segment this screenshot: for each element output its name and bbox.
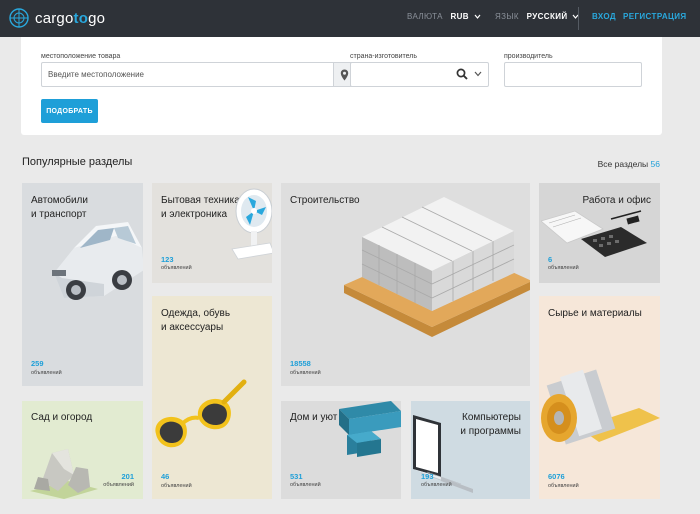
tile-count: 46 (161, 472, 170, 481)
top-navigation-bar: cargotogo ВАЛЮТА RUB ЯЗЫК РУССКИЙ ВХОД Р… (0, 0, 700, 37)
logo[interactable]: cargotogo (8, 7, 105, 29)
search-panel: местоположение товара Введите местополож… (21, 37, 662, 135)
language-selector[interactable]: ЯЗЫК РУССКИЙ (495, 12, 579, 21)
tile-count: 6076 (548, 472, 565, 481)
category-tile-clothes[interactable]: Одежда, обувь и аксессуары 46 объявлений (152, 296, 272, 499)
car-icon (52, 222, 143, 300)
tile-count-unit: объявлений (548, 265, 579, 271)
header-divider (578, 7, 579, 30)
tile-count-unit: объявлений (103, 482, 134, 488)
tile-count: 259 (31, 359, 44, 368)
login-link[interactable]: ВХОД (592, 12, 616, 21)
tile-count: 18558 (290, 359, 311, 368)
tile-title: Сад и огород (31, 412, 93, 423)
tile-count: 6 (548, 255, 553, 264)
category-tile-computers[interactable]: Компьютеры и программы 193 объявлений (411, 401, 530, 499)
tile-count-unit: объявлений (31, 370, 62, 376)
category-tile-work[interactable]: Работа и офис 6 объявлений (539, 183, 660, 283)
tile-count: 193 (421, 472, 434, 481)
manufacturer-input[interactable] (504, 62, 642, 87)
language-label: ЯЗЫК (495, 12, 519, 21)
search-icon (456, 68, 468, 80)
category-tile-raw[interactable]: Сырье и материалы 6076 объявлений (539, 296, 660, 499)
language-value: РУССКИЙ (526, 12, 568, 21)
category-tile-home[interactable]: Дом и уют 531 объявлений (281, 401, 401, 499)
map-pin-icon (340, 69, 349, 80)
tile-count: 123 (161, 255, 174, 264)
country-select[interactable] (350, 62, 489, 87)
all-sections-link[interactable]: Все разделы 56 (598, 159, 660, 169)
tile-count: 531 (290, 472, 303, 481)
country-field-label: страна-изготовитель (350, 53, 418, 60)
submit-search-button[interactable]: ПОДОБРАТЬ (41, 99, 98, 123)
section-title: Популярные разделы (22, 156, 133, 168)
register-link[interactable]: РЕГИСТРАЦИЯ (623, 12, 687, 21)
tile-count-unit: объявлений (548, 483, 579, 489)
currency-selector[interactable]: ВАЛЮТА RUB (407, 12, 481, 21)
office-supplies-icon (541, 210, 647, 257)
tile-count-unit: объявлений (421, 482, 452, 488)
category-tile-garden[interactable]: Сад и огород 201 объявлений (22, 401, 143, 499)
tile-count-unit: объявлений (290, 482, 321, 488)
all-sections-count: 56 (650, 159, 660, 169)
chevron-down-icon (474, 71, 482, 77)
location-input[interactable]: Введите местоположение (41, 62, 356, 87)
material-roll-icon (541, 369, 660, 445)
chevron-down-icon (474, 14, 481, 19)
sunglasses-icon (155, 379, 247, 448)
tile-title: Компьютеры и программы (460, 412, 521, 437)
tile-title: Одежда, обувь и аксессуары (161, 308, 231, 333)
logo-text: cargotogo (35, 9, 106, 27)
category-tile-appliances[interactable]: Бытовая техника и электроника 123 объявле… (152, 183, 272, 283)
tile-title: Сырье и материалы (548, 308, 642, 319)
currency-value: RUB (450, 12, 469, 21)
stones-icon (30, 449, 98, 499)
logo-mark-icon (9, 8, 29, 28)
manufacturer-field-label: производитель (504, 53, 553, 60)
sofa-icon (339, 401, 401, 457)
currency-label: ВАЛЮТА (407, 12, 443, 21)
tile-count-unit: объявлений (161, 265, 192, 271)
location-field-label: местоположение товара (41, 53, 121, 60)
all-sections-label: Все разделы (597, 159, 649, 169)
tile-title: Работа и офис (582, 195, 651, 206)
location-placeholder: Введите местоположение (48, 70, 144, 79)
register-label: РЕГИСТРАЦИЯ (623, 12, 687, 21)
category-tile-auto[interactable]: Автомобили и транспорт 259 объявлений (22, 183, 143, 386)
tile-count-unit: объявлений (161, 483, 192, 489)
category-tile-construction[interactable]: Строительство 18558 объявлений (281, 183, 530, 386)
login-label: ВХОД (592, 12, 617, 21)
tile-count: 201 (121, 472, 134, 481)
bricks-pallet-icon (344, 197, 530, 337)
fan-icon (231, 188, 272, 260)
tile-count-unit: объявлений (290, 370, 321, 376)
